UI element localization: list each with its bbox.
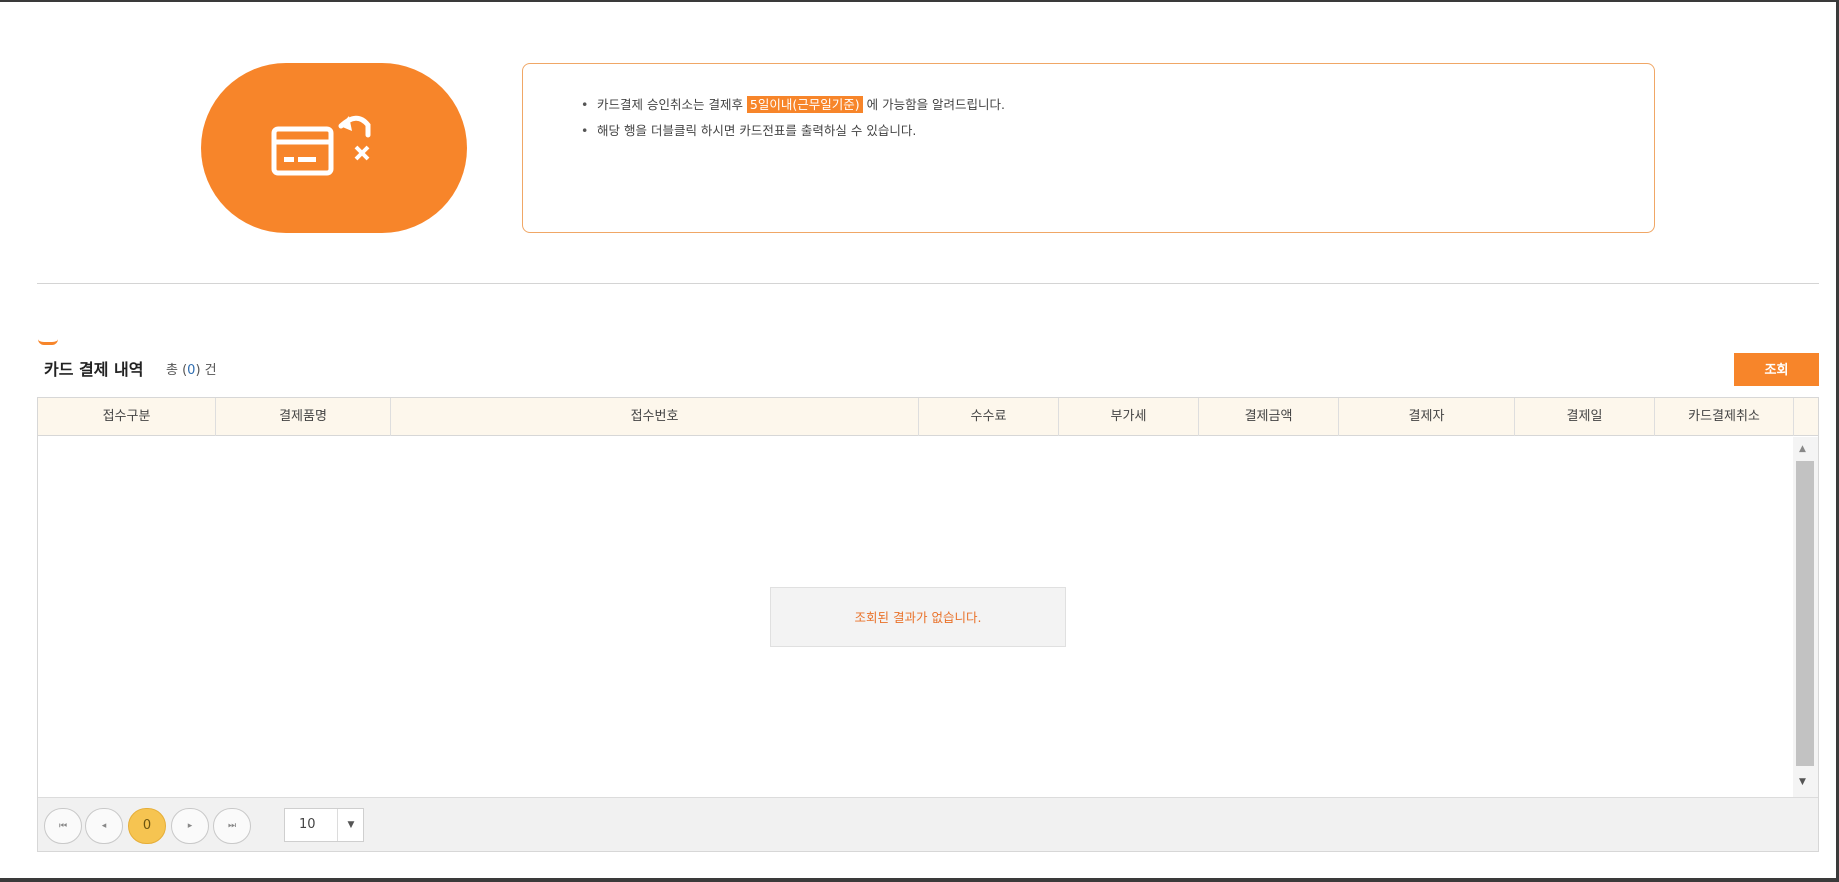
empty-message: 조회된 결과가 없습니다.: [770, 587, 1066, 647]
notice-item: • 카드결제 승인취소는 결제후 5일이내(근무일기준) 에 가능함을 알려드립니…: [581, 92, 1005, 118]
top-border: [0, 0, 1839, 2]
card-cancel-illustration: [201, 63, 467, 233]
column-header[interactable]: 결제금액: [1199, 398, 1339, 436]
current-page-button[interactable]: 0: [128, 808, 166, 844]
column-header[interactable]: 결제품명: [216, 398, 391, 436]
page-size-select[interactable]: 10 ▼: [284, 808, 364, 842]
notice-line1-after: 에 가능함을 알려드립니다.: [862, 97, 1006, 112]
count-suffix: ) 건: [195, 363, 217, 378]
column-header[interactable]: 카드결제취소: [1655, 398, 1794, 436]
page-size-value: 10: [299, 817, 316, 832]
notice-line1-before: 카드결제 승인취소는 결제후: [597, 97, 747, 112]
pager: ⏮ ◂ 0 ▸ ⏭ 10 ▼: [38, 797, 1818, 851]
column-header[interactable]: 부가세: [1059, 398, 1199, 436]
section-title: 카드 결제 내역: [44, 360, 144, 379]
grid-header: 접수구분 결제품명 접수번호 수수료 부가세 결제금액 결제자 결제일 카드결제…: [38, 398, 1818, 436]
grid-body: 조회된 결과가 없습니다.: [38, 437, 1818, 797]
scroll-thumb[interactable]: [1796, 461, 1814, 766]
notice-list: • 카드결제 승인취소는 결제후 5일이내(근무일기준) 에 가능함을 알려드립니…: [581, 92, 1005, 144]
first-page-button[interactable]: ⏮: [44, 808, 82, 844]
column-header[interactable]: 결제자: [1339, 398, 1515, 436]
scroll-up-icon[interactable]: ▲: [1799, 444, 1806, 454]
result-count: 총 (0) 건: [166, 359, 217, 378]
section-mark: [38, 339, 58, 345]
count-prefix: 총 (: [166, 363, 188, 378]
notice-box: • 카드결제 승인취소는 결제후 5일이내(근무일기준) 에 가능함을 알려드립니…: [522, 63, 1655, 233]
column-header[interactable]: 접수번호: [391, 398, 919, 436]
notice-highlight: 5일이내(근무일기준): [746, 96, 863, 113]
column-header[interactable]: 접수구분: [38, 398, 216, 436]
bullet: •: [581, 123, 589, 138]
column-header[interactable]: 결제일: [1515, 398, 1655, 436]
search-button[interactable]: 조회: [1734, 353, 1819, 386]
payment-grid: 접수구분 결제품명 접수번호 수수료 부가세 결제금액 결제자 결제일 카드결제…: [37, 397, 1819, 852]
notice-line2: 해당 행을 더블클릭 하시면 카드전표를 출력하실 수 있습니다.: [597, 123, 917, 138]
notice-item: • 해당 행을 더블클릭 하시면 카드전표를 출력하실 수 있습니다.: [581, 118, 1005, 144]
vertical-scrollbar[interactable]: ▲ ▼: [1793, 437, 1818, 797]
bottom-border: [0, 878, 1839, 882]
card-cancel-icon: [271, 115, 371, 176]
prev-page-button[interactable]: ◂: [85, 808, 123, 844]
bullet: •: [581, 97, 589, 112]
section-divider: [37, 283, 1819, 284]
scroll-down-icon[interactable]: ▼: [1799, 777, 1806, 787]
column-header[interactable]: 수수료: [919, 398, 1059, 436]
next-page-button[interactable]: ▸: [171, 808, 209, 844]
chevron-down-icon[interactable]: ▼: [337, 809, 364, 841]
last-page-button[interactable]: ⏭: [213, 808, 251, 844]
